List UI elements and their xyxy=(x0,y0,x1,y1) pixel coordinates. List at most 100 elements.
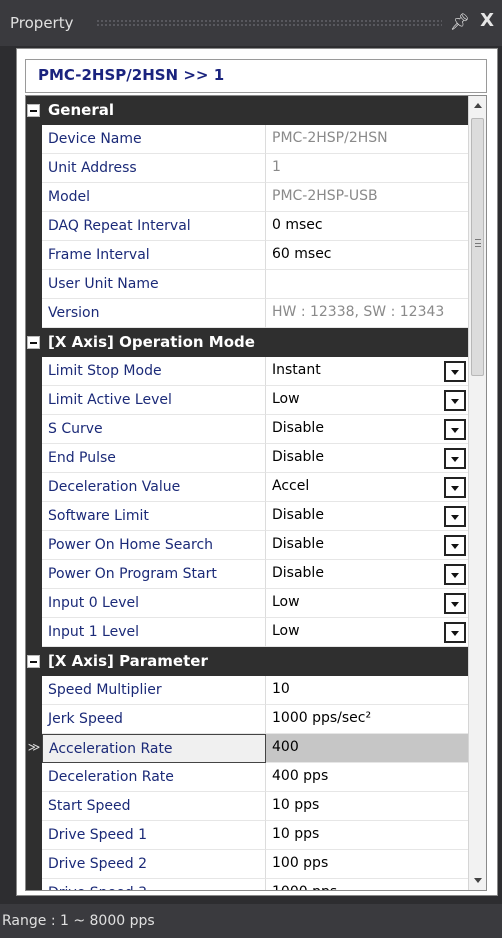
property-value[interactable]: 1000 pps/sec² xyxy=(266,705,470,734)
property-name: End Pulse xyxy=(42,444,266,473)
category-label: [X Axis] Parameter xyxy=(48,652,208,670)
property-name: Deceleration Value xyxy=(42,473,266,502)
property-row[interactable]: Speed Multiplier 10 xyxy=(26,676,470,705)
property-row[interactable]: Device Name PMC-2HSP/2HSN xyxy=(26,125,470,154)
property-value-editor[interactable]: 400 xyxy=(266,734,470,763)
property-value[interactable]: Disable xyxy=(266,531,470,560)
dropdown-button[interactable] xyxy=(444,593,466,614)
pin-icon[interactable]: 📌︎ xyxy=(450,12,470,31)
dropdown-button[interactable] xyxy=(444,419,466,440)
property-name: Drive Speed 3 xyxy=(42,879,266,890)
property-name: Frame Interval xyxy=(42,241,266,270)
dropdown-button[interactable] xyxy=(444,535,466,556)
property-row[interactable]: Version HW : 12338, SW : 12343 xyxy=(26,299,470,328)
property-value[interactable]: 400 pps xyxy=(266,763,470,792)
property-row[interactable]: Input 1 Level Low xyxy=(26,618,470,647)
property-row[interactable]: S Curve Disable xyxy=(26,415,470,444)
device-path: PMC-2HSP/2HSN >> 1 xyxy=(38,66,225,84)
property-value[interactable]: Low xyxy=(266,618,470,647)
property-value[interactable] xyxy=(266,270,470,299)
property-value[interactable]: Accel xyxy=(266,473,470,502)
property-value[interactable]: 1000 pps xyxy=(266,879,470,890)
property-row[interactable]: User Unit Name xyxy=(26,270,470,299)
property-row[interactable]: Limit Stop Mode Instant xyxy=(26,357,470,386)
dropdown-button[interactable] xyxy=(444,361,466,382)
property-value: HW : 12338, SW : 12343 xyxy=(266,299,470,328)
property-row[interactable]: Input 0 Level Low xyxy=(26,589,470,618)
scrollbar-thumb[interactable] xyxy=(471,118,484,376)
grip-icon xyxy=(475,239,481,247)
property-value[interactable]: 0 msec xyxy=(266,212,470,241)
dropdown-button[interactable] xyxy=(444,564,466,585)
property-name: User Unit Name xyxy=(42,270,266,299)
collapse-icon[interactable] xyxy=(27,655,40,668)
property-name: Speed Multiplier xyxy=(42,676,266,705)
property-value[interactable]: Disable xyxy=(266,415,470,444)
property-name: S Curve xyxy=(42,415,266,444)
collapse-icon[interactable] xyxy=(27,104,40,117)
collapse-icon[interactable] xyxy=(27,336,40,349)
property-name: Drive Speed 2 xyxy=(42,850,266,879)
property-value[interactable]: 100 pps xyxy=(266,850,470,879)
property-panel: PMC-2HSP/2HSN >> 1 General Device Name P… xyxy=(16,48,498,896)
property-value[interactable]: 10 xyxy=(266,676,470,705)
property-row[interactable]: End Pulse Disable xyxy=(26,444,470,473)
property-row[interactable]: Deceleration Rate 400 pps xyxy=(26,763,470,792)
property-row[interactable]: Drive Speed 2 100 pps xyxy=(26,850,470,879)
scroll-down-icon[interactable] xyxy=(469,872,486,890)
property-value[interactable]: 60 msec xyxy=(266,241,470,270)
property-row[interactable]: Software Limit Disable xyxy=(26,502,470,531)
category-parameter[interactable]: [X Axis] Parameter xyxy=(26,647,470,676)
dropdown-button[interactable] xyxy=(444,622,466,643)
property-row[interactable]: Frame Interval 60 msec xyxy=(26,241,470,270)
category-operation-mode[interactable]: [X Axis] Operation Mode xyxy=(26,328,470,357)
panel-titlebar: Property 📌︎ X xyxy=(0,0,502,46)
property-value[interactable]: Disable xyxy=(266,502,470,531)
dropdown-button[interactable] xyxy=(444,448,466,469)
property-row[interactable]: Model PMC-2HSP-USB xyxy=(26,183,470,212)
property-row[interactable]: Drive Speed 1 10 pps xyxy=(26,821,470,850)
property-value[interactable]: 10 pps xyxy=(266,792,470,821)
object-selector[interactable]: PMC-2HSP/2HSN >> 1 xyxy=(25,59,487,93)
property-row[interactable]: Deceleration Value Accel xyxy=(26,473,470,502)
property-row[interactable]: Power On Home Search Disable xyxy=(26,531,470,560)
property-value[interactable]: Low xyxy=(266,386,470,415)
property-value: 1 xyxy=(266,154,470,183)
property-row[interactable]: Drive Speed 3 1000 pps xyxy=(26,879,470,890)
property-name: Model xyxy=(42,183,266,212)
property-name: Input 0 Level xyxy=(42,589,266,618)
property-row[interactable]: Power On Program Start Disable xyxy=(26,560,470,589)
property-name: Device Name xyxy=(42,125,266,154)
status-text: Range : 1 ~ 8000 pps xyxy=(2,913,155,929)
scroll-up-icon[interactable] xyxy=(469,96,486,114)
property-value[interactable]: Low xyxy=(266,589,470,618)
property-value[interactable]: 10 pps xyxy=(266,821,470,850)
vertical-scrollbar[interactable] xyxy=(468,96,486,890)
category-general[interactable]: General xyxy=(26,96,470,125)
property-value[interactable]: Disable xyxy=(266,444,470,473)
property-name: Jerk Speed xyxy=(42,705,266,734)
property-name: Unit Address xyxy=(42,154,266,183)
property-name: Software Limit xyxy=(42,502,266,531)
property-grid: General Device Name PMC-2HSP/2HSN Unit A… xyxy=(25,95,487,891)
property-row[interactable]: Limit Active Level Low xyxy=(26,386,470,415)
dropdown-button[interactable] xyxy=(444,506,466,527)
property-name: Drive Speed 1 xyxy=(42,821,266,850)
property-row[interactable]: Unit Address 1 xyxy=(26,154,470,183)
property-row-selected[interactable]: ≫ Acceleration Rate 400 xyxy=(26,734,470,763)
dropdown-button[interactable] xyxy=(444,390,466,411)
dropdown-button[interactable] xyxy=(444,477,466,498)
property-name: DAQ Repeat Interval xyxy=(42,212,266,241)
category-label: [X Axis] Operation Mode xyxy=(48,333,255,351)
property-row[interactable]: Jerk Speed 1000 pps/sec² xyxy=(26,705,470,734)
close-icon[interactable]: X xyxy=(480,10,494,31)
property-row[interactable]: Start Speed 10 pps xyxy=(26,792,470,821)
property-name: Version xyxy=(42,299,266,328)
property-name: Acceleration Rate xyxy=(42,734,266,763)
titlebar-grip xyxy=(96,19,442,27)
property-value[interactable]: Disable xyxy=(266,560,470,589)
selected-row-indicator-icon: ≫ xyxy=(27,740,41,754)
property-value[interactable]: Instant xyxy=(266,357,470,386)
property-value: PMC-2HSP/2HSN xyxy=(266,125,470,154)
property-row[interactable]: DAQ Repeat Interval 0 msec xyxy=(26,212,470,241)
